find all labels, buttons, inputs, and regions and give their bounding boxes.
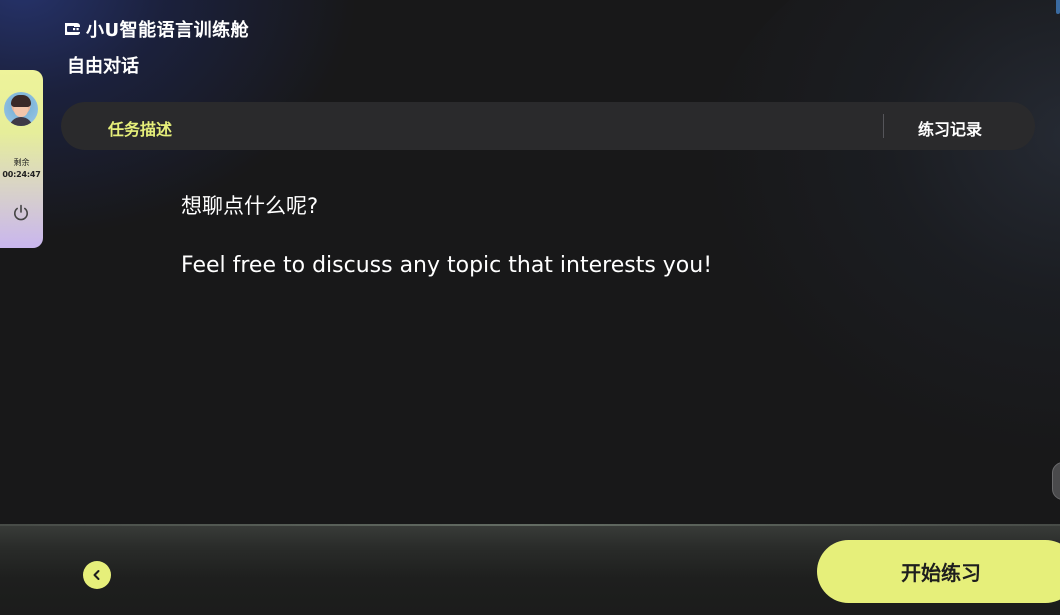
page-title: 自由对话 — [67, 56, 139, 77]
chevron-left-icon — [93, 570, 100, 580]
back-button[interactable] — [83, 561, 111, 589]
prompt-english: Feel free to discuss any topic that inte… — [181, 253, 713, 278]
tab-divider — [883, 114, 884, 138]
tab-bar: 任务描述 练习记录 — [61, 102, 1035, 150]
session-side-panel: 剩余 00:24:47 — [0, 70, 43, 248]
start-practice-label: 开始练习 — [901, 561, 981, 585]
background-glow-right — [700, 0, 1060, 460]
power-icon[interactable] — [11, 203, 31, 223]
avatar[interactable] — [4, 92, 38, 126]
avatar-hair — [11, 95, 31, 107]
app-logo-icon — [65, 23, 80, 36]
app-title: 小U智能语言训练舱 — [86, 20, 250, 41]
avatar-body — [9, 117, 33, 126]
prompt-chinese: 想聊点什么呢? — [181, 194, 319, 218]
tab-practice-record[interactable]: 练习记录 — [918, 116, 982, 140]
brand: 小U智能语言训练舱 — [62, 16, 249, 42]
side-drawer-handle[interactable] — [1052, 462, 1060, 500]
edge-indicator — [1056, 0, 1060, 14]
app-window: 小U智能语言训练舱 自由对话 剩余 00:24:47 任务描述 练习记录 想聊点… — [0, 0, 1060, 615]
remaining-time-label: 剩余 — [13, 158, 30, 167]
start-practice-button[interactable]: 开始练习 — [817, 540, 1060, 603]
tab-task-description[interactable]: 任务描述 — [108, 116, 172, 140]
remaining-time-value: 00:24:47 — [2, 170, 41, 179]
